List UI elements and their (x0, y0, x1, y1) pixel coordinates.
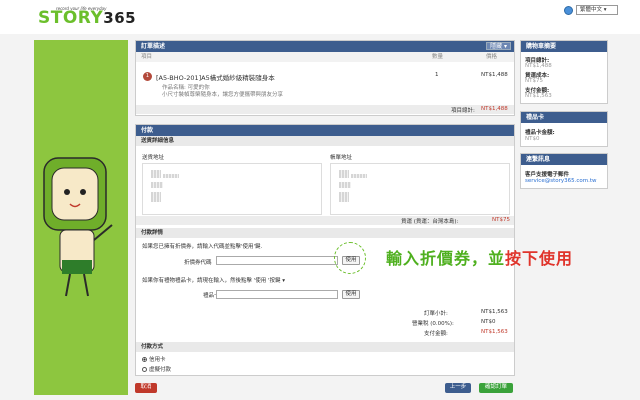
callout-part2: 按下使用 (505, 249, 574, 268)
language-select[interactable]: 繁體中文 ▾ (576, 5, 618, 15)
col-price: 價格 (486, 54, 498, 60)
shipping-address-box (142, 163, 322, 215)
order-subtotal-value: NT$1,488 (481, 106, 508, 112)
gift-amount-value: NT$0 (525, 136, 540, 142)
col-qty: 數量 (432, 54, 444, 60)
order-subtotal-label: 項目總計: (451, 108, 475, 114)
order-subtotal-bar: 項目總計: NT$1,488 (136, 105, 514, 114)
coupon-highlight-circle (334, 242, 366, 274)
mascot-illustration (43, 157, 113, 297)
option-virtual-atm[interactable]: 虛擬付款 (142, 365, 171, 373)
mascot-banner (34, 40, 128, 395)
option-credit-card-label: 信用卡 (149, 357, 166, 363)
item-number-badge: 1 (143, 72, 152, 81)
callout-part1: 輸入折價券，並 (386, 249, 506, 268)
billing-address-label: 帳單地址 (330, 155, 353, 161)
order-title: 訂單描述 隱藏 ▾ (136, 41, 514, 52)
contact-title: 連繫訊息 (521, 154, 607, 165)
globe-icon (564, 5, 573, 15)
item-name: [A5-BHO-201]A5橫式婚紗級精裝隨身本 (156, 74, 275, 82)
cart-ship-value: NT$75 (525, 78, 543, 84)
option-virtual-atm-label: 虛擬付款 (149, 367, 172, 373)
instruction-callout: 輸入折價券，並按下使用 (386, 245, 573, 269)
gift-amount-label: 禮品卡金額: (525, 130, 555, 136)
cart-summary-panel: 購物車摘要 項目總計: NT$1,488 貨運成本: NT$75 支付金額: N… (520, 40, 608, 104)
freight-value: NT$75 (492, 217, 510, 223)
language-selector[interactable]: 繁體中文 ▾ (564, 5, 618, 15)
gift-card-prompt: 如果你有禮物禮品卡，請現在輸入，然後點擊 '使用 '按鍵 ▾ (142, 278, 286, 284)
logo-text: STORY (38, 8, 104, 28)
confirm-order-button[interactable]: 確認訂單 (479, 383, 513, 393)
option-credit-card[interactable]: 信用卡 (142, 355, 166, 363)
cart-pay-value: NT$1,563 (525, 93, 552, 99)
freight-bar: 貨運 (貨運：台灣本島): NT$75 (136, 216, 514, 225)
brand-logo[interactable]: STORY365 (38, 8, 136, 28)
order-title-text: 訂單描述 (141, 43, 166, 50)
order-panel: 訂單描述 隱藏 ▾ 項目 數量 價格 1 [A5-BHO-201]A5橫式婚紗級… (135, 40, 515, 116)
gift-card-title: 禮品卡 (521, 112, 607, 123)
order-columns: 項目 數量 價格 (136, 52, 514, 62)
item-qty: 1 (435, 72, 439, 78)
contact-email-link[interactable]: service@story365.com.tw (525, 178, 597, 184)
tax-label: 營業稅 (0.00%): (412, 321, 454, 327)
shipping-info-header: 送貨詳細信息 (136, 136, 514, 146)
radio-virtual-atm[interactable] (142, 367, 147, 372)
logo-number: 365 (103, 9, 137, 27)
top-bar: record your life everyday STORY365 繁體中文 … (0, 0, 640, 34)
payment-method-header: 付款方式 (136, 342, 514, 352)
col-item: 項目 (141, 54, 153, 60)
order-sub-value: NT$1,563 (481, 309, 508, 315)
back-button[interactable]: 上一步 (445, 383, 471, 393)
cancel-button[interactable]: 取消 (135, 383, 157, 393)
total-label: 支付金額: (424, 331, 448, 337)
contact-label: 客戶支援電子郵件 (525, 172, 570, 178)
total-value: NT$1,563 (481, 329, 508, 335)
cart-items-value: NT$1,488 (525, 63, 552, 69)
payment-title: 付款 (136, 125, 514, 136)
billing-address-box (330, 163, 510, 215)
shipping-address-label: 送貨地址 (142, 155, 165, 161)
item-detail-2: 小尺寸裝幀尊榮隨身本，讓您方便攜帶與朋友分享 (162, 92, 284, 98)
contact-panel: 連繫訊息 客戶支援電子郵件 service@story365.com.tw (520, 153, 608, 189)
gift-card-apply-button[interactable]: 使用 (342, 290, 360, 299)
radio-credit-card[interactable] (142, 357, 147, 362)
payment-details-header: 付款詳情 (136, 228, 514, 238)
freight-label: 貨運 (貨運：台灣本島): (401, 219, 459, 225)
coupon-code-input[interactable] (216, 256, 338, 265)
gift-card-input[interactable] (216, 290, 338, 299)
tax-value: NT$0 (481, 319, 496, 325)
coupon-label: 折價券代碼 (184, 260, 212, 266)
order-toggle-button[interactable]: 隱藏 ▾ (486, 42, 511, 50)
item-price: NT$1,488 (481, 72, 508, 78)
cart-summary-title: 購物車摘要 (521, 41, 607, 52)
gift-card-panel: 禮品卡 禮品卡金額: NT$0 (520, 111, 608, 147)
order-sub-label: 訂單小計: (424, 311, 448, 317)
coupon-prompt: 如果您已擁有折價券，請輸入代碼並點擊'使用'鍵. (142, 244, 263, 250)
